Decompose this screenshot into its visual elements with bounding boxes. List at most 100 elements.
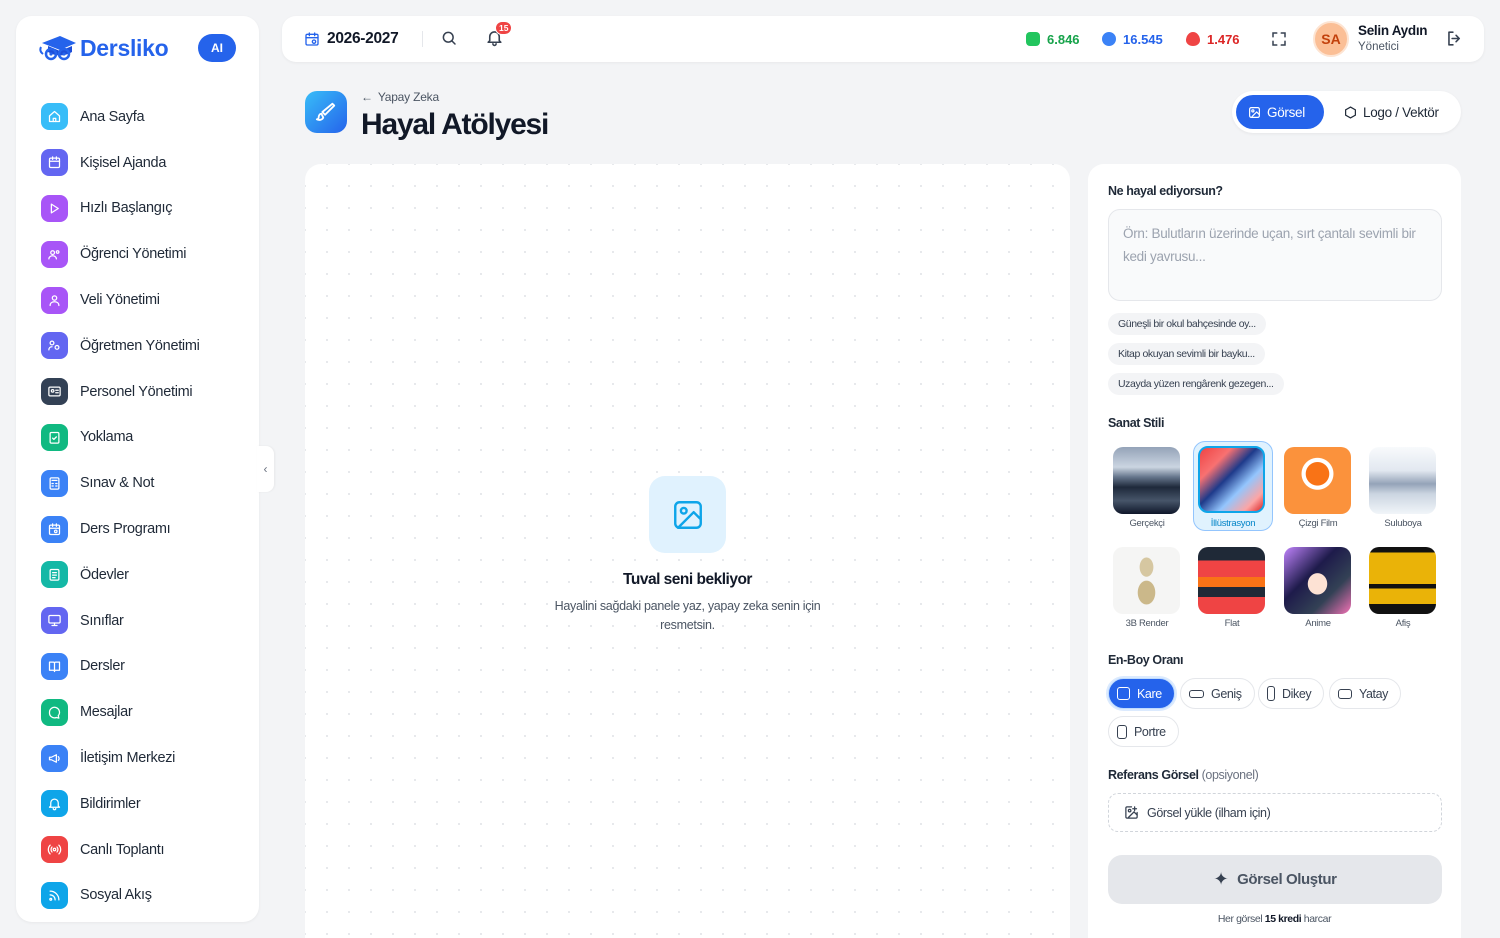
schedule-icon bbox=[41, 515, 68, 543]
coin-icon bbox=[1026, 32, 1040, 46]
sidebar-item-4[interactable]: Veli Yönetimi bbox=[41, 277, 251, 323]
users-icon bbox=[41, 240, 68, 268]
wide-rect-icon bbox=[1189, 689, 1204, 698]
tall-rect-icon bbox=[1267, 686, 1275, 701]
breadcrumb-parent: Yapay Zeka bbox=[377, 90, 439, 104]
monitor-icon bbox=[41, 607, 68, 635]
anime-girl-thumbnail bbox=[1284, 547, 1351, 614]
teacher-icon bbox=[41, 332, 68, 360]
sidebar-item-8[interactable]: Sınav & Not bbox=[41, 460, 251, 506]
ratio-portre[interactable]: Portre bbox=[1108, 716, 1179, 747]
brand-name: Dersliko bbox=[80, 34, 169, 61]
sidebar-item-17[interactable]: Sosyal Akış bbox=[41, 873, 251, 919]
hexagon-icon bbox=[1345, 105, 1356, 119]
sidebar-item-13[interactable]: Mesajlar bbox=[41, 689, 251, 735]
play-icon bbox=[41, 194, 68, 222]
tab-gorsel[interactable]: Görsel bbox=[1236, 95, 1324, 129]
sidebar-item-0[interactable]: Ana Sayfa bbox=[41, 94, 251, 140]
broadcast-icon bbox=[41, 836, 68, 864]
sidebar-item-7[interactable]: Yoklama bbox=[41, 415, 251, 461]
sidebar-item-label: Mesajlar bbox=[80, 704, 133, 721]
fullscreen-icon bbox=[1272, 32, 1286, 46]
sidebar-item-5[interactable]: Öğretmen Yönetimi bbox=[41, 323, 251, 369]
3d-figure-thumbnail bbox=[1113, 547, 1180, 614]
clipboard-icon bbox=[41, 561, 68, 589]
sidebar-item-label: Sınav & Not bbox=[80, 475, 155, 492]
sidebar-item-2[interactable]: Hızlı Başlangıç bbox=[41, 186, 251, 232]
style-anime[interactable]: Anime bbox=[1279, 542, 1359, 632]
coins-value: 6.846 bbox=[1047, 31, 1080, 47]
sidebar-item-16[interactable]: Canlı Toplantı bbox=[41, 827, 251, 873]
gems-value: 16.545 bbox=[1123, 31, 1163, 47]
canvas-area: Tuval seni bekliyor Hayalini sağdaki pan… bbox=[305, 164, 1070, 938]
sidebar-item-3[interactable]: Öğrenci Yönetimi bbox=[41, 231, 251, 277]
search-button[interactable] bbox=[440, 29, 458, 52]
sidebar-item-label: Bildirimler bbox=[80, 795, 141, 812]
ratio-kare[interactable]: Kare bbox=[1108, 678, 1175, 709]
ai-badge[interactable]: AI bbox=[198, 34, 236, 62]
ratio-genis[interactable]: Geniş bbox=[1180, 678, 1255, 709]
stat-gems[interactable]: 16.545 bbox=[1099, 29, 1163, 49]
flat-desk-thumbnail bbox=[1198, 547, 1265, 614]
prompt-label: Ne hayal ediyorsun? bbox=[1108, 184, 1223, 198]
style-flat[interactable]: Flat bbox=[1193, 542, 1273, 632]
sparkle-icon: ✦ bbox=[1213, 869, 1229, 889]
suggestion-chip[interactable]: Kitap okuyan sevimli bir bayku... bbox=[1108, 343, 1265, 365]
calculator-icon bbox=[41, 469, 68, 497]
canvas-empty-subtitle: Hayalini sağdaki panele yaz, yapay zeka … bbox=[554, 599, 821, 632]
style-label: Sanat Stili bbox=[1108, 416, 1165, 430]
ratio-yatay[interactable]: Yatay bbox=[1329, 678, 1402, 709]
sidebar-item-label: Hızlı Başlangıç bbox=[80, 200, 173, 217]
brush-page-icon bbox=[305, 91, 347, 133]
style-gercekci[interactable]: Gerçekçi bbox=[1108, 442, 1188, 532]
ratio-label: En-Boy Oranı bbox=[1108, 653, 1184, 667]
fullscreen-button[interactable] bbox=[1270, 30, 1288, 53]
sidebar-item-label: Ana Sayfa bbox=[80, 108, 145, 125]
sidebar-item-label: Sınıflar bbox=[80, 612, 124, 629]
sidebar-item-10[interactable]: Ödevler bbox=[41, 552, 251, 598]
image-icon bbox=[1249, 106, 1260, 118]
square-icon bbox=[1117, 687, 1130, 700]
logout-button[interactable] bbox=[1445, 29, 1464, 53]
chevron-left-icon: ‹ bbox=[263, 462, 268, 476]
style-suluboya[interactable]: Suluboya bbox=[1364, 442, 1444, 532]
sidebar: Dersliko AI Ana Sayfa Kişisel Ajanda Hızlı… bbox=[16, 16, 259, 922]
stat-coins[interactable]: 6.846 bbox=[1026, 30, 1080, 48]
style-3b-render[interactable]: 3B Render bbox=[1108, 542, 1188, 632]
prompt-input[interactable] bbox=[1108, 209, 1442, 301]
sidebar-item-label: Sosyal Akış bbox=[80, 887, 152, 904]
collapse-sidebar-button[interactable]: ‹ bbox=[257, 446, 274, 492]
suggestion-chip[interactable]: Uzayda yüzen rengârenk gezegen... bbox=[1108, 373, 1284, 395]
page-title: Hayal Atölyesi bbox=[361, 108, 549, 141]
sidebar-item-12[interactable]: Dersler bbox=[41, 644, 251, 690]
tab-logo-vektor[interactable]: Logo / Vektör bbox=[1332, 95, 1451, 129]
suggestion-chip[interactable]: Güneşli bir okul bahçesinde oy... bbox=[1108, 313, 1266, 335]
avatar[interactable]: SA bbox=[1313, 21, 1349, 57]
sidebar-item-14[interactable]: İletişim Merkezi bbox=[41, 735, 251, 781]
style-cizgi-film[interactable]: Çizgi Film bbox=[1279, 442, 1359, 532]
sidebar-item-1[interactable]: Kişisel Ajanda bbox=[41, 140, 251, 186]
sidebar-item-15[interactable]: Bildirimler bbox=[41, 781, 251, 827]
upload-reference-button[interactable]: Görsel yükle (ilham için) bbox=[1108, 793, 1442, 832]
sidebar-item-11[interactable]: Sınıflar bbox=[41, 598, 251, 644]
search-icon bbox=[442, 31, 456, 45]
sidebar-item-9[interactable]: Ders Programı bbox=[41, 506, 251, 552]
sidebar-item-label: Veli Yönetimi bbox=[80, 292, 160, 309]
realistic-mountain-thumbnail bbox=[1113, 447, 1180, 514]
portrait-rect-icon bbox=[1117, 724, 1127, 739]
book-icon bbox=[41, 652, 68, 680]
breadcrumb[interactable]: ← Yapay Zeka bbox=[361, 90, 439, 104]
style-afis[interactable]: Afiş bbox=[1364, 542, 1444, 632]
bell-icon bbox=[41, 790, 68, 818]
rss-icon bbox=[41, 881, 68, 909]
ratio-dikey[interactable]: Dikey bbox=[1258, 678, 1325, 709]
generate-image-button[interactable]: ✦ Görsel Oluştur bbox=[1108, 855, 1442, 904]
sidebar-item-label: Ders Programı bbox=[80, 521, 171, 538]
megaphone-icon bbox=[41, 744, 68, 772]
stat-streak[interactable]: 1.476 bbox=[1186, 30, 1240, 48]
style-illustrasyon[interactable]: İllüstrasyon bbox=[1193, 441, 1273, 531]
sidebar-item-label: Canlı Toplantı bbox=[80, 841, 165, 858]
sidebar-item-6[interactable]: Personel Yönetimi bbox=[41, 369, 251, 415]
academic-year-selector[interactable]: 2026-2027 bbox=[304, 27, 399, 51]
sidebar-item-label: Öğrenci Yönetimi bbox=[80, 246, 187, 263]
